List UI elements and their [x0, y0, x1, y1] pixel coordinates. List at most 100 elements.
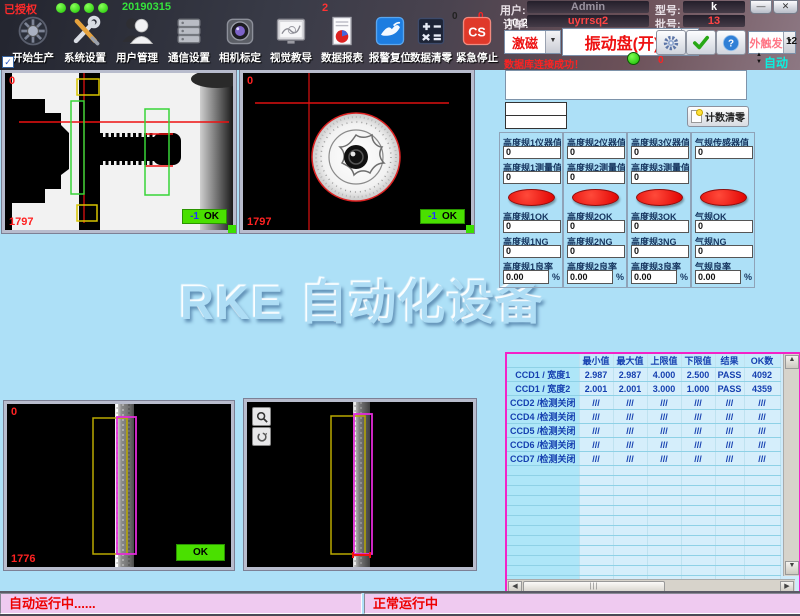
- table-cell: [613, 486, 647, 496]
- table-cell: 4359: [744, 382, 780, 396]
- table-cell: ///: [647, 396, 681, 410]
- table-cell: [681, 556, 715, 566]
- table-cell: [579, 526, 613, 536]
- table-cell: ///: [715, 438, 744, 452]
- toolbar-emergency-stop[interactable]: CS 紧急停止: [452, 13, 502, 67]
- table-cell: ///: [613, 410, 647, 424]
- machine-vision-app: 已授权 20190315 2 0 0 开始生产 系统设置 用户管理 通信设置 相…: [0, 0, 800, 616]
- toolbar-data-clear[interactable]: 数据清零: [406, 13, 456, 67]
- table-cell: [744, 486, 780, 496]
- table-cell: [715, 466, 744, 476]
- value-box-1[interactable]: [505, 102, 567, 116]
- table-cell: ///: [647, 438, 681, 452]
- table-row[interactable]: CCD7 /检测关闭//////////////////: [507, 452, 780, 466]
- result-badge: OK: [176, 544, 225, 561]
- gauge-value[interactable]: 0: [631, 220, 689, 233]
- confirm-button[interactable]: [686, 30, 716, 55]
- table-row[interactable]: CCD2 /检测关闭//////////////////: [507, 396, 780, 410]
- gauge-value[interactable]: 0: [503, 146, 561, 159]
- spinner-arrows[interactable]: ▲▼: [756, 52, 762, 66]
- table-cell: [647, 476, 681, 486]
- toolbar-start-production[interactable]: 开始生产: [8, 13, 58, 67]
- frame-index: 0: [247, 75, 253, 87]
- gauge-value[interactable]: 0.00: [567, 270, 613, 284]
- magnet-combo[interactable]: 激磁 ▼: [504, 30, 561, 54]
- result-badge: -1OK: [420, 209, 465, 224]
- gauge-value[interactable]: 0: [503, 220, 561, 233]
- row-label: [507, 526, 579, 536]
- gauge-value[interactable]: 0.00: [503, 270, 549, 284]
- table-cell: [647, 546, 681, 556]
- table-row[interactable]: CCD1 / 宽度12.9872.9874.0002.500PASS4092: [507, 368, 780, 382]
- table-cell: [744, 466, 780, 476]
- zoom-button[interactable]: [252, 407, 271, 426]
- minimize-button[interactable]: —: [750, 0, 772, 14]
- gauge-value[interactable]: 0: [695, 146, 753, 159]
- toolbar-user-management[interactable]: 用户管理: [112, 13, 162, 67]
- percent-unit: %: [616, 272, 624, 282]
- table-cell: [715, 566, 744, 576]
- toolbar-vision-teaching[interactable]: 视觉教导: [266, 13, 316, 67]
- gauge-value[interactable]: 0: [567, 146, 625, 159]
- status-dot: [70, 3, 80, 13]
- auto-mode-checkbox[interactable]: ✓: [2, 56, 14, 68]
- settings-gear-button[interactable]: [656, 30, 686, 55]
- toolbar-data-report[interactable]: 数据报表: [317, 13, 367, 67]
- gauge-value[interactable]: 0: [503, 171, 561, 184]
- table-cell: [579, 516, 613, 526]
- tools-icon: [66, 13, 104, 49]
- status-lamp: [572, 189, 619, 206]
- db-status-message: 数据库连接成功！: [504, 56, 584, 71]
- gauge-value[interactable]: 0: [503, 245, 561, 258]
- help-button[interactable]: ?: [716, 30, 746, 55]
- gauge-value[interactable]: 0.00: [695, 270, 741, 284]
- table-row[interactable]: CCD1 / 宽度22.0012.0013.0001.000PASS4359: [507, 382, 780, 396]
- monitor-icon: [272, 13, 310, 49]
- vertical-scrollbar[interactable]: ▲ ▼: [783, 354, 799, 576]
- gauge-value[interactable]: 0: [567, 220, 625, 233]
- table-cell: ///: [744, 452, 780, 466]
- table-row[interactable]: CCD5 /检测关闭//////////////////: [507, 424, 780, 438]
- result-badge: -1OK: [182, 209, 227, 224]
- chevron-down-icon[interactable]: ▼: [545, 31, 560, 53]
- table-cell: [715, 476, 744, 486]
- gauge-value[interactable]: 0: [567, 171, 625, 184]
- toolbar-system-settings[interactable]: 系统设置: [60, 13, 110, 67]
- scroll-down-icon[interactable]: ▼: [785, 561, 799, 575]
- auto-mode-label: 自动: [764, 54, 788, 71]
- table-empty-row: [507, 506, 780, 516]
- gauge-value[interactable]: 0.00: [631, 270, 677, 284]
- gauge-value[interactable]: 0: [567, 245, 625, 258]
- gauge-value[interactable]: 0: [631, 146, 689, 159]
- table-cell: ///: [613, 396, 647, 410]
- scroll-up-icon[interactable]: ▲: [785, 355, 799, 369]
- value-box-2[interactable]: [505, 115, 567, 129]
- count-clear-button[interactable]: 计数清零: [687, 106, 749, 127]
- toolbar-camera-calibration[interactable]: 相机标定: [215, 13, 265, 67]
- resize-grip[interactable]: [228, 225, 236, 233]
- gauge-value[interactable]: 0: [631, 245, 689, 258]
- toolbar-comm-settings[interactable]: 通信设置: [164, 13, 214, 67]
- table-cell: 2.001: [613, 382, 647, 396]
- table-rows: CCD1 / 宽度12.9872.9874.0002.500PASS4092CC…: [507, 368, 780, 597]
- table-cell: ///: [579, 424, 613, 438]
- gauge-value[interactable]: 0: [631, 171, 689, 184]
- title-toolbar: 已授权 20190315 2 0 0 开始生产 系统设置 用户管理 通信设置 相…: [0, 0, 800, 70]
- message-display-box[interactable]: [505, 70, 747, 100]
- table-cell: [681, 546, 715, 556]
- table-row[interactable]: CCD4 /检测关闭//////////////////: [507, 410, 780, 424]
- status-message-right: 正常运行中: [364, 593, 800, 614]
- table-cell: 2.001: [579, 382, 613, 396]
- refresh-button[interactable]: [252, 427, 271, 446]
- close-button[interactable]: ✕: [773, 0, 798, 14]
- gauge-value[interactable]: 0: [695, 245, 753, 258]
- table-cell: ///: [681, 396, 715, 410]
- table-row[interactable]: CCD6 /检测关闭//////////////////: [507, 438, 780, 452]
- table-cell: [681, 506, 715, 516]
- gauge-value[interactable]: 0: [695, 220, 753, 233]
- percent-unit: %: [680, 272, 688, 282]
- table-cell: ///: [681, 438, 715, 452]
- magnifier-icon: [256, 411, 268, 423]
- resize-grip[interactable]: [466, 225, 474, 233]
- table-cell: [613, 466, 647, 476]
